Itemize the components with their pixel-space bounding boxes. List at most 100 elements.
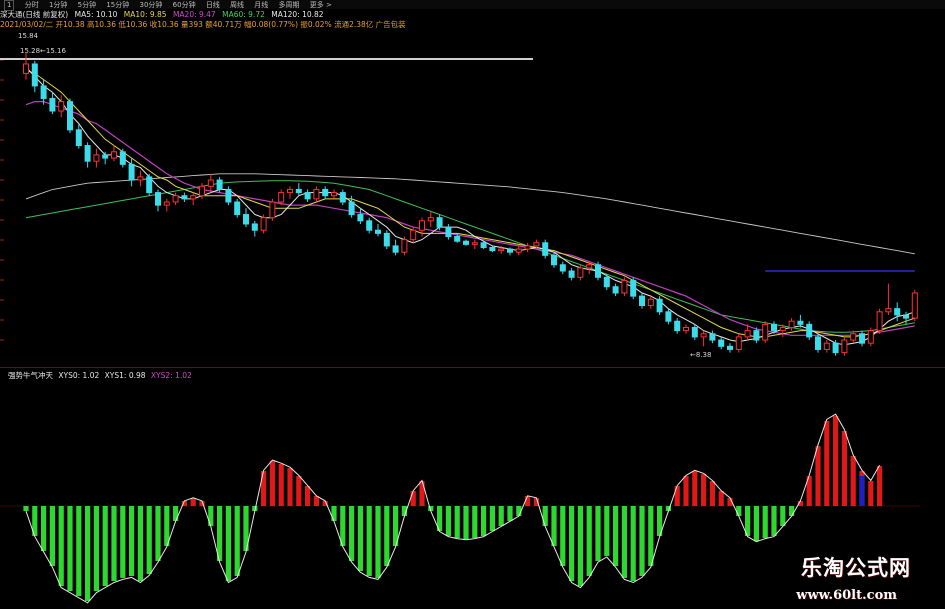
candle-body xyxy=(243,214,249,225)
indicator-bar-positive xyxy=(278,464,284,506)
candle-body xyxy=(639,295,645,307)
candle-body xyxy=(419,220,425,231)
indicator-name[interactable]: 强势牛气冲天 xyxy=(8,371,53,380)
candle-body xyxy=(911,292,918,319)
panel-divider[interactable] xyxy=(0,367,945,368)
indicator-bar-negative xyxy=(736,506,742,516)
indicator-bar-negative xyxy=(481,506,487,536)
indicator-bar-negative xyxy=(445,506,451,536)
indicator-bar-negative xyxy=(577,506,583,586)
candle-body xyxy=(515,248,522,253)
indicator-bar-positive xyxy=(709,481,715,506)
indicator-bar-positive xyxy=(313,496,319,506)
candle-body xyxy=(727,345,733,350)
watermark-brand: 乐淘公式网 xyxy=(801,555,911,580)
indicator-bar-positive xyxy=(296,476,302,506)
low-price-label: ←8.38 xyxy=(690,351,712,359)
indicator-bar-negative xyxy=(542,506,548,526)
candle-body xyxy=(295,188,302,194)
candle-body xyxy=(700,333,707,338)
candle-body xyxy=(647,298,654,307)
candle-body xyxy=(568,270,575,278)
candle-body xyxy=(894,308,901,316)
candle-body xyxy=(471,242,478,245)
candle-body xyxy=(304,192,311,200)
indicator-header: 强势牛气冲天 XYS0: 1.02 XYS1: 0.98 XYS2: 1.02 xyxy=(8,370,195,381)
indicator-bar-negative xyxy=(349,506,355,561)
ma5-line xyxy=(25,66,915,346)
candle-body xyxy=(656,298,663,313)
indicator-bar-positive xyxy=(833,416,839,506)
candle-body xyxy=(832,342,839,354)
candle-body xyxy=(58,101,65,112)
candle-body xyxy=(559,264,566,272)
candle-body xyxy=(287,188,293,194)
candle-body xyxy=(533,242,540,247)
candle-body xyxy=(674,320,681,332)
indicator-bar-positive xyxy=(841,431,847,506)
indicator-bar-positive xyxy=(410,491,416,506)
indicator-bar-negative xyxy=(613,506,619,566)
candle-body xyxy=(40,85,47,99)
indicator-bar-positive xyxy=(269,461,275,506)
candle-body xyxy=(163,201,170,206)
candle-body xyxy=(225,188,232,203)
indicator-bar-negative xyxy=(507,506,513,521)
candle-body xyxy=(454,236,461,242)
indicator-bar-negative xyxy=(137,506,143,581)
candle-body xyxy=(93,154,100,162)
candle-body xyxy=(137,176,144,181)
candle-body xyxy=(779,326,786,332)
candle-body xyxy=(859,333,865,344)
indicator-bar-positive xyxy=(824,421,830,506)
indicator-bar-negative xyxy=(225,506,231,581)
candle-body xyxy=(771,323,777,332)
candle-body xyxy=(823,342,830,350)
indicator-bar-positive xyxy=(674,486,680,506)
indicator-bar-negative xyxy=(595,506,601,561)
indicator-bar-positive xyxy=(877,466,883,506)
candle-body xyxy=(251,223,258,231)
candle-body xyxy=(401,239,408,253)
indicator-bar-negative xyxy=(780,506,786,526)
candle-body xyxy=(339,192,346,203)
indicator-bar-negative xyxy=(173,506,179,521)
indicator-bar-positive xyxy=(305,486,311,506)
candle-body xyxy=(128,163,135,181)
indicator-bar-negative xyxy=(489,506,495,531)
candle-body xyxy=(806,323,813,338)
indicator-bar-positive xyxy=(287,468,293,506)
candle-body xyxy=(630,279,637,297)
candle-body xyxy=(84,145,91,162)
candle-body xyxy=(612,286,619,294)
indicator-bar-negative xyxy=(375,506,381,578)
indicator-bar-negative xyxy=(789,506,795,516)
indicator-bar-negative xyxy=(41,506,47,551)
indicator-bar-negative xyxy=(762,506,768,538)
candle-body xyxy=(49,97,56,112)
candle-body xyxy=(718,339,725,347)
candle-body xyxy=(313,188,320,200)
indicator-bar-negative xyxy=(85,506,91,601)
candlestick-chart[interactable] xyxy=(0,0,945,609)
candle-body xyxy=(375,229,381,234)
indicator-bar-negative xyxy=(23,506,29,511)
candle-body xyxy=(753,330,760,341)
candle-body xyxy=(797,320,804,325)
candle-body xyxy=(357,214,364,222)
candle-body xyxy=(445,226,452,238)
candle-body xyxy=(172,195,179,203)
candle-body xyxy=(665,311,672,322)
candle-body xyxy=(102,154,109,159)
candle-body xyxy=(155,192,161,206)
candle-body xyxy=(735,336,742,350)
indicator-bar-negative xyxy=(234,506,240,576)
candle-body xyxy=(903,314,909,319)
candle-body xyxy=(480,242,487,248)
candle-body xyxy=(207,179,214,187)
indicator-bar-negative xyxy=(771,506,777,536)
ma120-line xyxy=(25,173,915,255)
indicator-bar-positive xyxy=(419,481,425,506)
indicator-bar-negative xyxy=(102,506,108,586)
candle-body xyxy=(216,179,223,190)
